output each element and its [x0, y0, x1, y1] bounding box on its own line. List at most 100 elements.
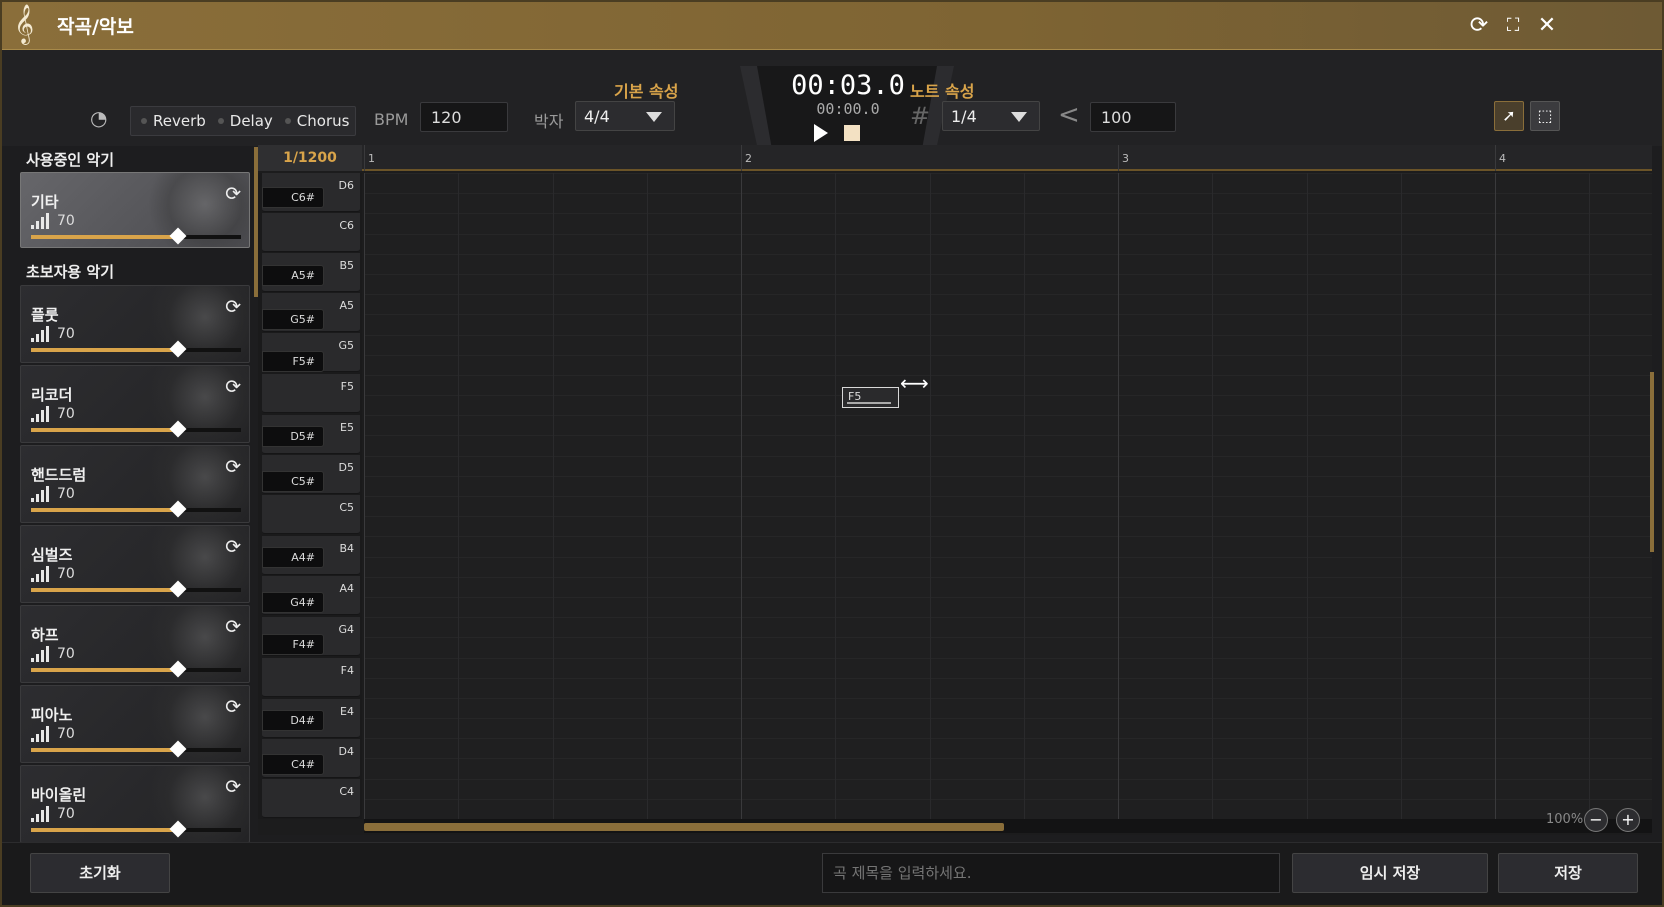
refresh-icon[interactable]: ⟳ — [225, 376, 241, 398]
grid-line — [1495, 173, 1496, 819]
white-key[interactable]: C5 — [262, 495, 360, 534]
white-key[interactable]: F4 — [262, 658, 360, 697]
volume-slider[interactable] — [31, 500, 241, 518]
zoom-out-button[interactable]: − — [1584, 808, 1608, 832]
stop-button[interactable] — [844, 125, 860, 141]
meter-select[interactable]: 4/4 — [575, 101, 675, 131]
white-key[interactable]: C4 — [262, 779, 360, 818]
temp-save-button[interactable]: 임시 저장 — [1292, 853, 1488, 893]
key-label: C4# — [291, 758, 315, 771]
refresh-icon[interactable]: ⟳ — [225, 616, 241, 638]
reset-button[interactable]: 초기화 — [30, 853, 170, 893]
bar-number: 1 — [368, 152, 375, 165]
refresh-icon[interactable]: ⟳ — [1464, 11, 1494, 41]
beginner-title: 초보자용 악기 — [26, 263, 115, 281]
marquee-tool-icon[interactable]: ⬚ — [1530, 101, 1560, 131]
play-button[interactable] — [814, 124, 828, 142]
refresh-icon[interactable]: ⟳ — [225, 776, 241, 798]
grid-row-line — [364, 193, 1652, 195]
basic-props-label: 기본 속성 — [614, 82, 679, 101]
grid-row-line — [364, 677, 1652, 679]
effect-delay[interactable]: Delay — [214, 112, 277, 130]
grid-line — [1212, 173, 1214, 819]
volume-slider[interactable] — [31, 340, 241, 358]
volume-bars-icon — [31, 213, 51, 229]
volume-slider[interactable] — [31, 227, 241, 245]
instrument-card[interactable]: 리코더 70 ⟳ — [20, 365, 250, 443]
black-key[interactable]: C4# — [262, 754, 324, 775]
refresh-icon[interactable]: ⟳ — [225, 296, 241, 318]
note-props-label: 노트 속성 — [910, 82, 975, 101]
instrument-card[interactable]: 바이올린 70 ⟳ — [20, 765, 250, 843]
note-grid[interactable]: F5 ⟷ — [364, 173, 1652, 819]
white-key[interactable]: C6 — [262, 213, 360, 252]
black-key[interactable]: D5# — [262, 426, 324, 447]
grid-row-line — [364, 475, 1652, 477]
note-block[interactable]: F5 — [842, 387, 899, 408]
instrument-card[interactable]: 플룻 70 ⟳ — [20, 285, 250, 363]
instrument-name: 핸드드럼 — [31, 466, 87, 484]
refresh-icon[interactable]: ⟳ — [225, 456, 241, 478]
grid-row-line — [364, 697, 1652, 699]
effect-label: Delay — [229, 112, 273, 130]
black-key[interactable]: A4# — [262, 547, 324, 568]
volume-slider[interactable] — [31, 580, 241, 598]
effects-icon[interactable]: ◔ — [90, 106, 107, 130]
zoom-in-button[interactable]: + — [1616, 808, 1640, 832]
fullscreen-icon[interactable]: ⛶ — [1498, 11, 1528, 41]
toggle-dot-icon — [141, 118, 147, 124]
note-resize-handle[interactable] — [847, 402, 891, 404]
refresh-icon[interactable]: ⟳ — [225, 536, 241, 558]
volume-slider[interactable] — [31, 740, 241, 758]
volume-slider[interactable] — [31, 820, 241, 838]
grid-line — [646, 173, 648, 819]
grid-line — [458, 173, 460, 819]
close-icon[interactable]: ✕ — [1532, 11, 1562, 41]
vertical-scrollbar[interactable] — [1650, 172, 1654, 832]
velocity-input[interactable]: 100 — [1090, 102, 1176, 132]
grid-line — [929, 173, 931, 819]
refresh-icon[interactable]: ⟳ — [225, 183, 241, 205]
black-key[interactable]: A5# — [262, 265, 324, 286]
white-key[interactable]: F5 — [262, 374, 360, 413]
select-tool-icon[interactable]: ➚ — [1494, 101, 1524, 131]
black-key[interactable]: G5# — [262, 309, 324, 330]
grid-line — [835, 173, 837, 819]
bpm-input[interactable]: 120 — [420, 102, 508, 132]
instrument-card[interactable]: 심벌즈 70 ⟳ — [20, 525, 250, 603]
save-button[interactable]: 저장 — [1498, 853, 1638, 893]
grid-row-line — [364, 798, 1652, 800]
black-key[interactable]: C5# — [262, 471, 324, 492]
black-key[interactable]: C6# — [262, 187, 324, 208]
key-label: B4 — [339, 542, 354, 555]
scrollbar-thumb[interactable] — [1650, 372, 1654, 552]
instrument-card[interactable]: 핸드드럼 70 ⟳ — [20, 445, 250, 523]
scrollbar-thumb[interactable] — [364, 823, 1004, 831]
instrument-card-active[interactable]: 기타 70 ⟳ — [20, 172, 250, 248]
grid-row-line — [364, 556, 1652, 558]
black-key[interactable]: F4# — [262, 634, 324, 655]
slider-fill — [31, 748, 178, 752]
effect-reverb[interactable]: Reverb — [137, 112, 210, 130]
grid-line — [1306, 173, 1308, 819]
key-label: F5 — [340, 380, 354, 393]
volume-slider[interactable] — [31, 420, 241, 438]
black-key[interactable]: D4# — [262, 710, 324, 731]
black-key[interactable]: F5# — [262, 351, 324, 372]
volume-slider[interactable] — [31, 660, 241, 678]
in-use-title: 사용중인 악기 — [26, 151, 115, 169]
instrument-volume: 70 — [57, 213, 75, 229]
effect-chorus[interactable]: Chorus — [281, 112, 354, 130]
song-title-input[interactable] — [822, 853, 1280, 893]
instrument-card[interactable]: 피아노 70 ⟳ — [20, 685, 250, 763]
instrument-card[interactable]: 하프 70 ⟳ — [20, 605, 250, 683]
key-label: C6# — [291, 191, 315, 204]
slider-fill — [31, 508, 178, 512]
slider-fill — [31, 235, 178, 239]
note-length-select[interactable]: 1/4 — [942, 101, 1040, 131]
refresh-icon[interactable]: ⟳ — [225, 696, 241, 718]
black-key[interactable]: G4# — [262, 592, 324, 613]
treble-clef-icon: 𝄞 — [14, 4, 35, 44]
horizontal-scrollbar[interactable] — [364, 819, 1652, 833]
slider-fill — [31, 428, 178, 432]
